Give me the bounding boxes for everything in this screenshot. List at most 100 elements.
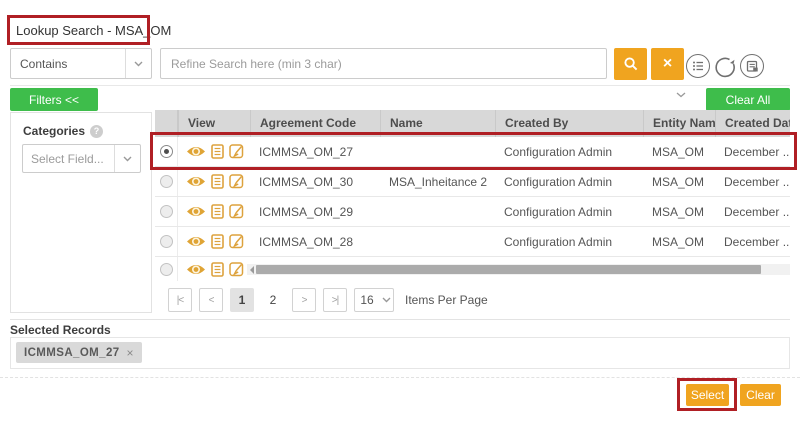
edit-icon[interactable] xyxy=(229,174,244,189)
document-details-icon[interactable] xyxy=(211,144,224,159)
cell-name xyxy=(380,137,495,166)
categories-label: Categories xyxy=(23,124,85,138)
cell-agreement-code: ICMMSA_OM_28 xyxy=(250,227,380,256)
clear-search-button[interactable]: × xyxy=(651,48,684,80)
row-radio[interactable] xyxy=(160,175,173,188)
row-radio-cell[interactable] xyxy=(155,167,178,196)
lookup-search-dialog: Lookup Search - MSA_OM Contains × xyxy=(0,0,800,429)
list-view-icon[interactable] xyxy=(686,54,710,78)
select-button[interactable]: Select xyxy=(686,384,729,406)
last-page-button[interactable]: >| xyxy=(323,288,347,312)
row-view-cell xyxy=(178,197,250,226)
cell-created-date: December ... xyxy=(715,167,790,196)
cell-created-by: Configuration Admin xyxy=(495,197,643,226)
cell-entity-name: MSA_OM xyxy=(643,137,715,166)
cell-created-date: December ... xyxy=(715,197,790,226)
search-icon xyxy=(623,56,639,72)
toolbar-icons xyxy=(686,54,764,78)
cell-entity-name: MSA_OM xyxy=(643,197,715,226)
selected-record-tag: ICMMSA_OM_27 × xyxy=(16,342,142,363)
refresh-icon[interactable] xyxy=(713,54,737,78)
selected-records-label: Selected Records xyxy=(10,323,111,337)
search-operator-select[interactable]: Contains xyxy=(10,48,152,79)
remove-tag-icon[interactable]: × xyxy=(127,346,134,360)
cell-name xyxy=(380,197,495,226)
edit-icon[interactable] xyxy=(229,204,244,219)
edit-icon[interactable] xyxy=(229,144,244,159)
row-radio[interactable] xyxy=(160,263,173,276)
row-radio-cell[interactable] xyxy=(155,227,178,256)
page-title: Lookup Search - MSA_OM xyxy=(16,23,171,38)
row-radio[interactable] xyxy=(160,205,173,218)
filters-toggle-button[interactable]: Filters << xyxy=(10,88,98,111)
search-button[interactable] xyxy=(614,48,647,80)
cell-agreement-code: ICMMSA_OM_29 xyxy=(250,197,380,226)
prev-page-button[interactable]: < xyxy=(199,288,223,312)
collapse-panel-chevron-icon[interactable] xyxy=(676,92,686,98)
selected-record-tag-text: ICMMSA_OM_27 xyxy=(24,347,120,359)
view-eye-icon[interactable] xyxy=(186,235,206,248)
view-eye-icon[interactable] xyxy=(186,205,206,218)
help-icon[interactable]: ? xyxy=(90,125,103,138)
scrollbar-thumb[interactable] xyxy=(256,265,761,274)
row-radio[interactable] xyxy=(160,145,173,158)
row-radio-cell[interactable] xyxy=(155,197,178,226)
row-radio-cell[interactable] xyxy=(155,137,178,166)
pagination-bar: |< < 1 2 > >| 16 Items Per Page xyxy=(155,281,790,319)
document-details-icon[interactable] xyxy=(211,262,224,277)
row-radio[interactable] xyxy=(160,235,173,248)
close-icon: × xyxy=(663,55,672,73)
clear-button[interactable]: Clear xyxy=(740,384,781,406)
next-page-button[interactable]: > xyxy=(292,288,316,312)
clear-all-button[interactable]: Clear All xyxy=(706,88,790,111)
table-row[interactable]: ICMMSA_OM_28 Configuration Admin MSA_OM … xyxy=(155,227,790,257)
cell-created-by: Configuration Admin xyxy=(495,227,643,256)
table-row[interactable]: ICMMSA_OM_30 MSA_Inheitance 2 Configurat… xyxy=(155,167,790,197)
panel-bottom-border xyxy=(10,319,790,320)
document-details-icon[interactable] xyxy=(211,174,224,189)
first-page-button[interactable]: |< xyxy=(168,288,192,312)
view-eye-icon[interactable] xyxy=(186,263,206,276)
table-header: ViewAgreement CodeNameCreated ByEntity N… xyxy=(155,110,790,137)
page-button-1[interactable]: 1 xyxy=(230,288,254,312)
table-row[interactable]: ICMMSA_OM_29 Configuration Admin MSA_OM … xyxy=(155,197,790,227)
document-details-icon[interactable] xyxy=(211,204,224,219)
chevron-down-icon xyxy=(379,289,393,311)
items-per-page-label: Items Per Page xyxy=(405,293,488,307)
table-row[interactable]: ICMMSA_OM_27 Configuration Admin MSA_OM … xyxy=(155,137,790,167)
cell-name: MSA_Inheitance 2 xyxy=(380,167,495,196)
document-details-icon[interactable] xyxy=(211,234,224,249)
page-size-value: 16 xyxy=(355,293,379,307)
view-eye-icon[interactable] xyxy=(186,145,206,158)
edit-icon[interactable] xyxy=(229,234,244,249)
column-header-created-date[interactable]: Created Date xyxy=(715,110,790,137)
edit-icon[interactable] xyxy=(229,262,244,277)
search-operator-value: Contains xyxy=(11,57,125,71)
row-view-cell xyxy=(178,137,250,166)
cell-entity-name: MSA_OM xyxy=(643,167,715,196)
select-field-placeholder: Select Field... xyxy=(23,152,114,166)
page-button-2[interactable]: 2 xyxy=(261,288,285,312)
chevron-down-icon xyxy=(125,49,151,78)
horizontal-scrollbar[interactable] xyxy=(247,264,790,275)
column-header-created-by[interactable]: Created By xyxy=(495,110,643,137)
select-field-dropdown[interactable]: Select Field... xyxy=(22,144,141,173)
row-view-cell xyxy=(178,167,250,196)
cell-created-by: Configuration Admin xyxy=(495,137,643,166)
column-header-name[interactable]: Name xyxy=(380,110,495,137)
page-size-select[interactable]: 16 xyxy=(354,288,394,312)
report-icon[interactable] xyxy=(740,54,764,78)
section-divider xyxy=(10,85,790,86)
column-header-agreement-code[interactable]: Agreement Code xyxy=(250,110,380,137)
filters-sidebar: Categories ? Select Field... xyxy=(10,112,152,313)
column-header-view[interactable]: View xyxy=(178,110,250,137)
search-input[interactable] xyxy=(160,48,607,79)
cell-created-date: December ... xyxy=(715,227,790,256)
view-eye-icon[interactable] xyxy=(186,175,206,188)
scroll-left-icon[interactable] xyxy=(247,264,256,275)
cell-created-date: December ... xyxy=(715,137,790,166)
selected-records-panel: ICMMSA_OM_27 × xyxy=(10,337,790,369)
cell-name xyxy=(380,227,495,256)
column-header-entity-name[interactable]: Entity Name xyxy=(643,110,715,137)
header-radio-column xyxy=(155,110,178,137)
